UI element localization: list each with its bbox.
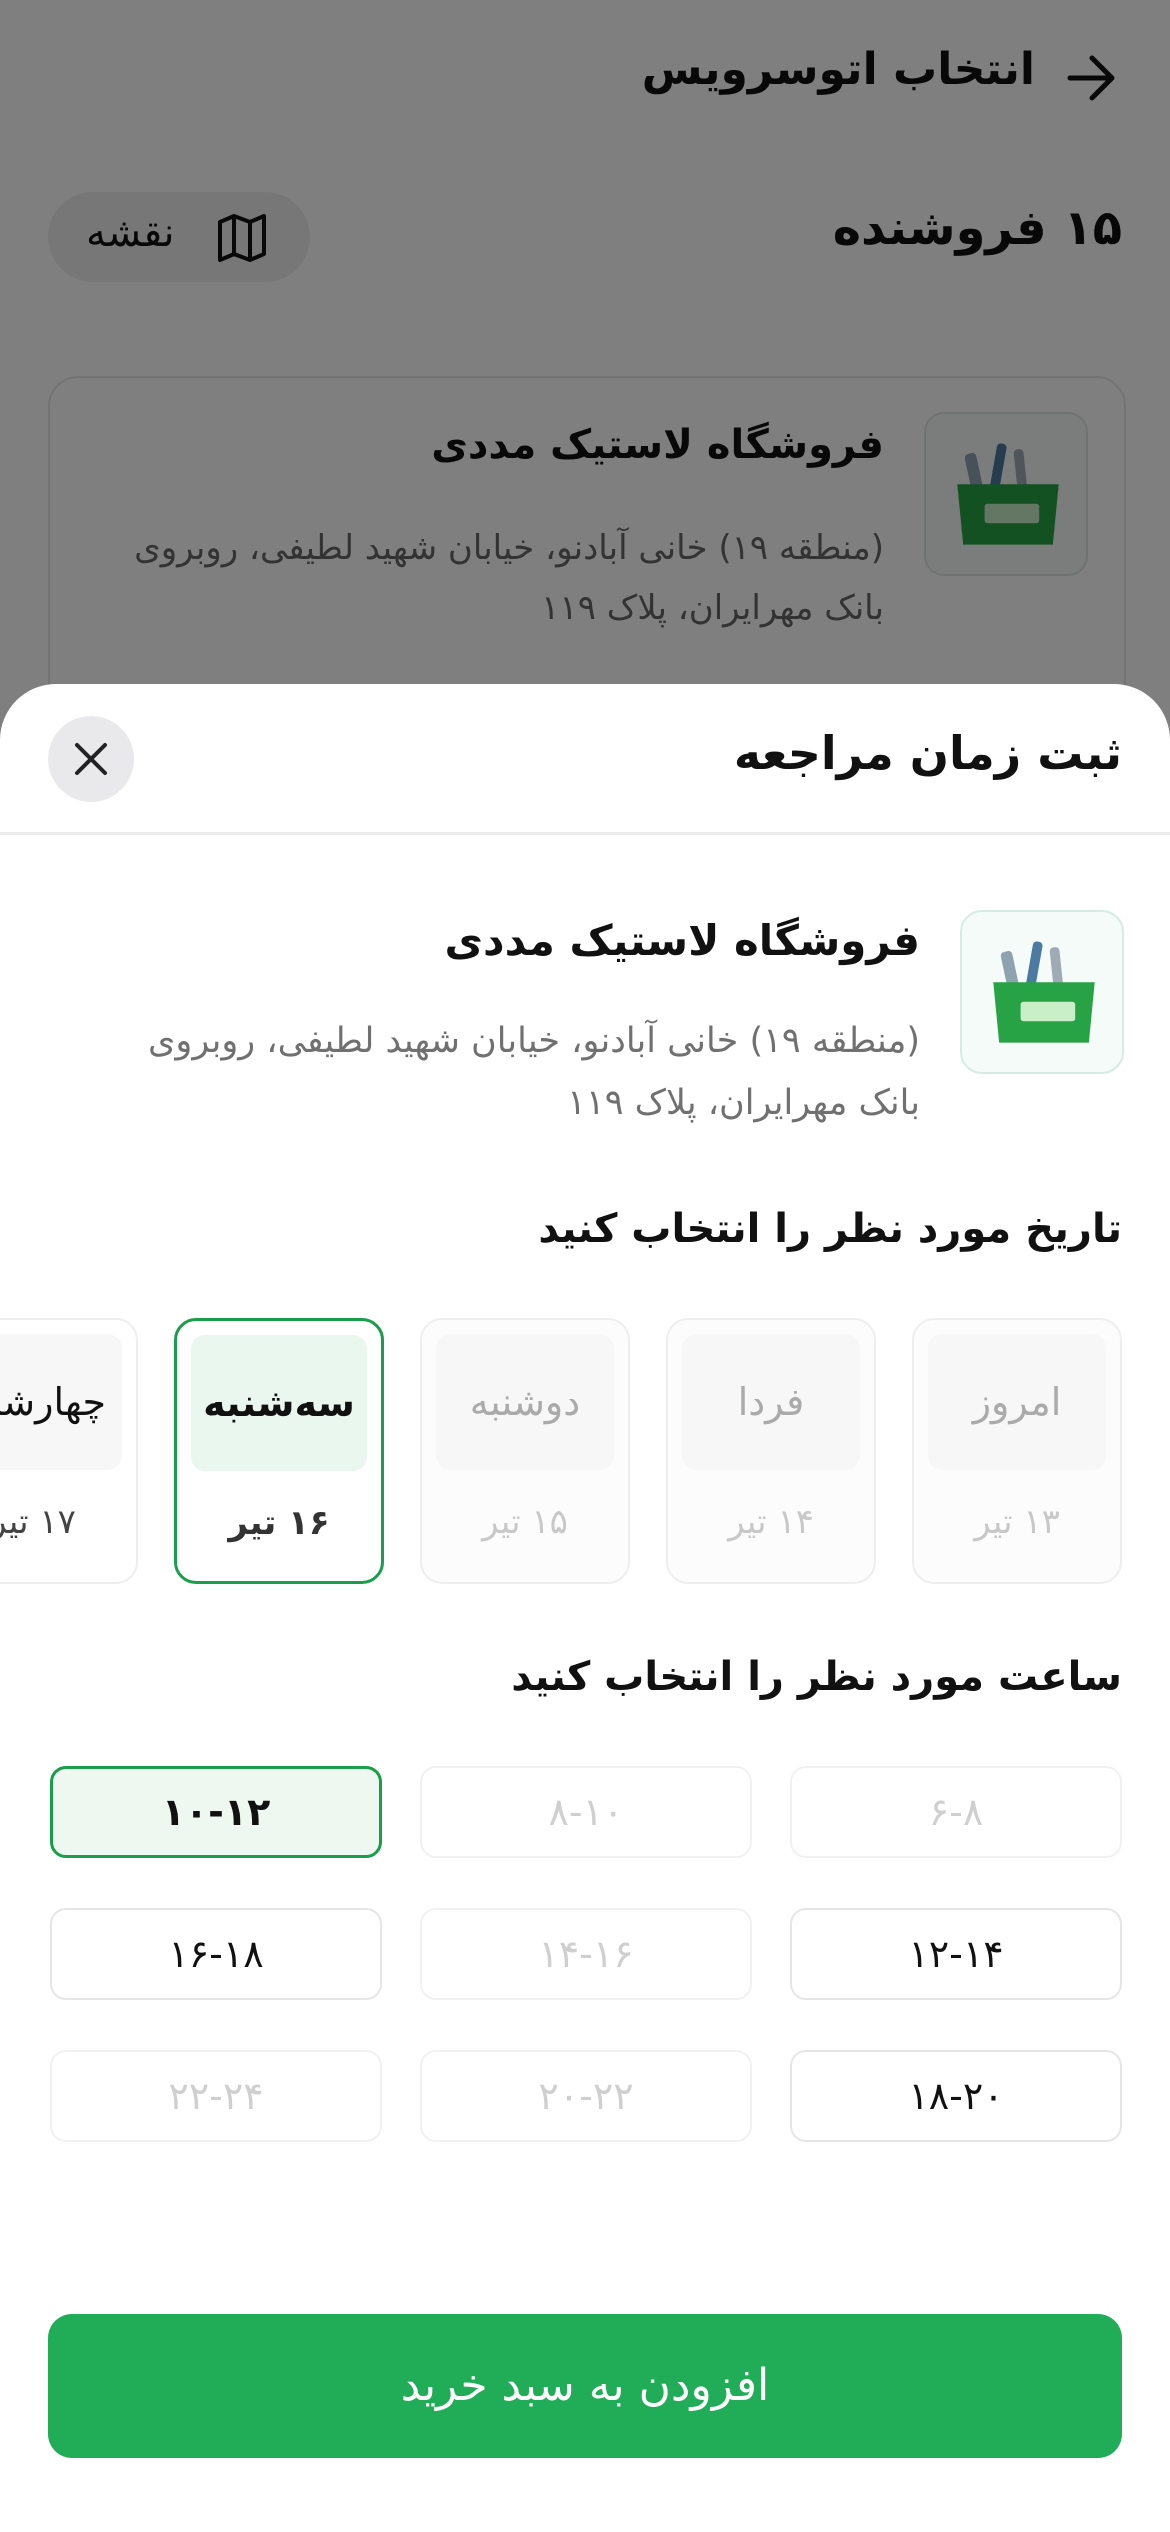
date-option-date: ۱۳ تیر [974,1502,1060,1542]
sheet-header: ثبت زمان مراجعه [0,684,1170,835]
date-option-date: ۱۵ تیر [482,1502,568,1542]
date-option-day: چهارشنبه [0,1334,122,1470]
time-slot[interactable]: ۶-۸ [790,1766,1122,1858]
time-slot[interactable]: ۱۰-۱۲ [50,1766,382,1858]
date-option[interactable]: دوشنبه ۱۵ تیر [420,1318,630,1584]
date-option-day: سه‌شنبه [191,1335,367,1471]
date-option[interactable]: چهارشنبه ۱۷ تیر [0,1318,138,1584]
close-button[interactable] [48,716,134,802]
time-section-label: ساعت مورد نظر را انتخاب کنید [511,1654,1122,1700]
date-option-date: ۱۶ تیر [228,1503,330,1543]
time-slot[interactable]: ۱۴-۱۶ [420,1908,752,2000]
date-option[interactable]: سه‌شنبه ۱۶ تیر [174,1318,384,1584]
date-option-date: ۱۴ تیر [728,1502,814,1542]
time-slot[interactable]: ۱۲-۱۴ [790,1908,1122,2000]
add-to-cart-button[interactable]: افزودن به سبد خرید [48,2314,1122,2458]
date-option-day: دوشنبه [436,1334,614,1470]
time-slot[interactable]: ۱۶-۱۸ [50,1908,382,2000]
time-slot[interactable]: ۲۲-۲۴ [50,2050,382,2142]
date-option[interactable]: امروز ۱۳ تیر [912,1318,1122,1584]
date-option-day: فردا [682,1334,860,1470]
toolbox-image [960,910,1124,1074]
time-slot[interactable]: ۸-۱۰ [420,1766,752,1858]
date-section-label: تاریخ مورد نظر را انتخاب کنید [538,1206,1122,1252]
time-slot[interactable]: ۱۸-۲۰ [790,2050,1122,2142]
shop-name: فروشگاه لاستیک مددی [444,916,920,965]
appointment-sheet: ثبت زمان مراجعه فروشگاه لاستیک مددی (منط… [0,684,1170,2532]
date-option[interactable]: فردا ۱۴ تیر [666,1318,876,1584]
date-option-date: ۱۷ تیر [0,1502,76,1542]
time-slot[interactable]: ۲۰-۲۲ [420,2050,752,2142]
date-picker: امروز ۱۳ تیر فردا ۱۴ تیر دوشنبه ۱۵ تیر س… [0,1318,1170,1590]
shop-address: (منطقه ۱۹) خانی آبادنو، خیابان شهید لطیف… [148,1021,920,1123]
sheet-title: ثبت زمان مراجعه [733,726,1122,780]
date-option-day: امروز [928,1334,1106,1470]
close-icon [75,743,107,775]
